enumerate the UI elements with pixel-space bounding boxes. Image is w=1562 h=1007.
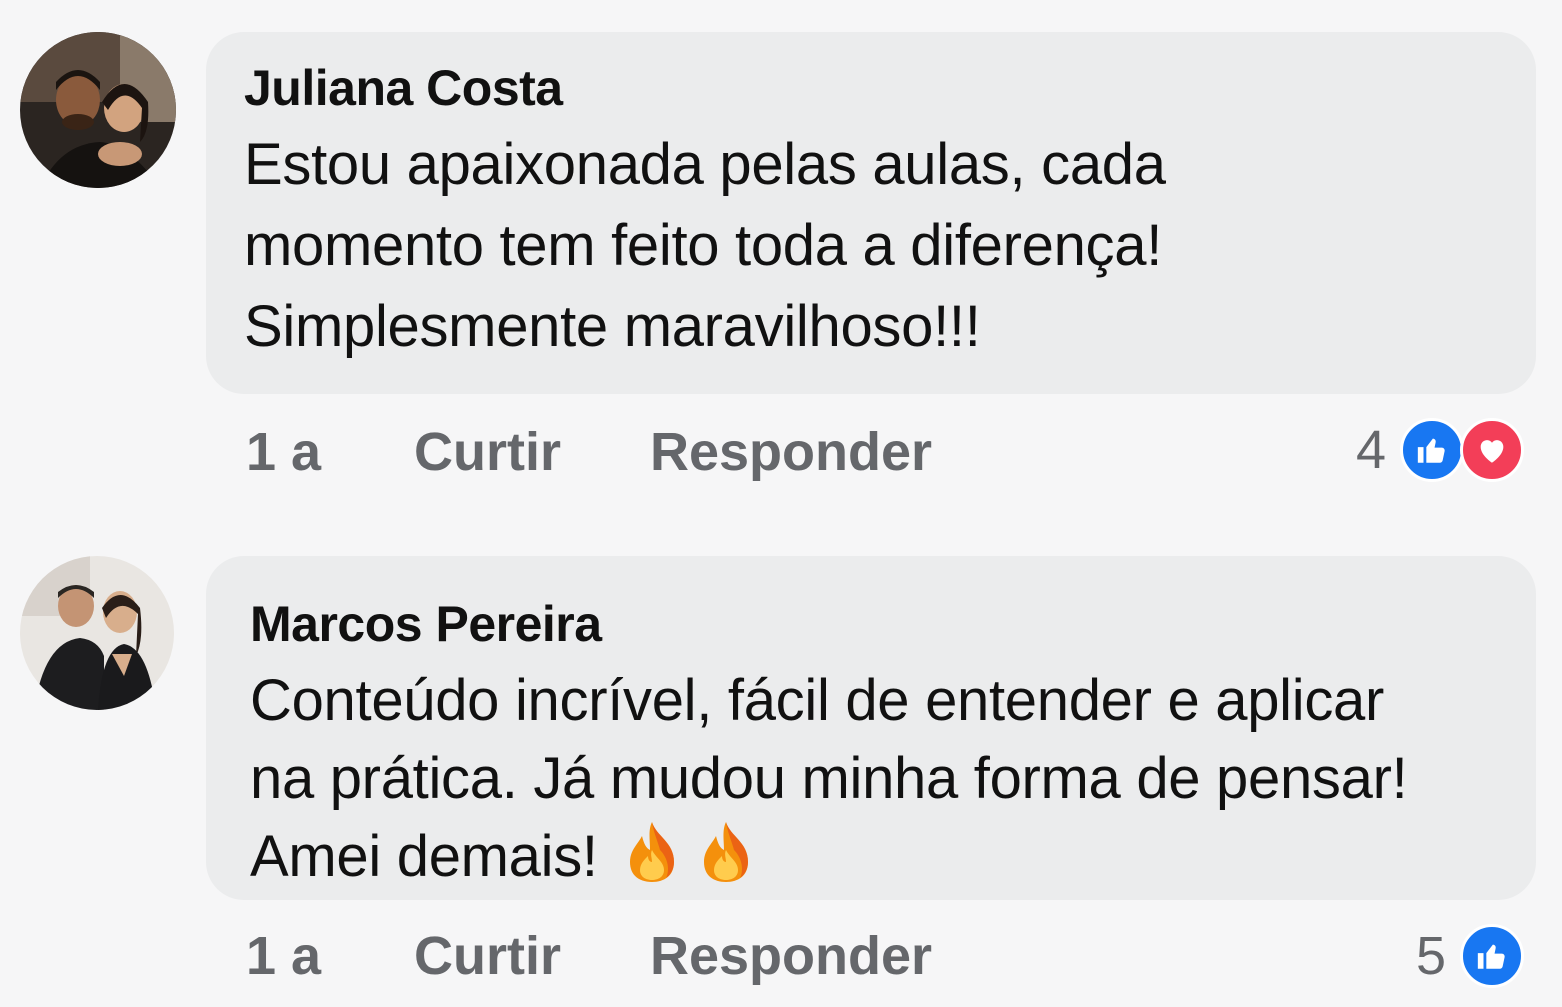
reaction-count: 5 <box>1415 926 1446 986</box>
comment-bubble: Juliana Costa Estou apaixonada pelas aul… <box>206 32 1536 394</box>
comment-time[interactable]: 1 a <box>246 421 414 483</box>
fire-icon <box>698 820 754 884</box>
comment-text: Estou apaixonada pelas aulas, cada momen… <box>244 132 1166 359</box>
reaction-count: 4 <box>1355 420 1386 480</box>
like-button[interactable]: Curtir <box>414 421 650 483</box>
comment-bubble: Marcos Pereira Conteúdo incrível, fácil … <box>206 556 1536 900</box>
comment-author[interactable]: Marcos Pereira <box>250 594 1496 654</box>
comment-text: Conteúdo incrível, fácil de entender e a… <box>250 662 1496 896</box>
reaction-summary[interactable]: 4 <box>1356 418 1524 482</box>
love-icon <box>1460 418 1524 482</box>
reply-button[interactable]: Responder <box>650 421 932 483</box>
avatar[interactable] <box>20 556 174 710</box>
like-button[interactable]: Curtir <box>414 925 650 987</box>
comment-text-body: Conteúdo incrível, fácil de entender e a… <box>250 668 1408 889</box>
comment-actions: 1 a Curtir Responder <box>246 420 932 484</box>
reply-button[interactable]: Responder <box>650 925 932 987</box>
comment-author[interactable]: Juliana Costa <box>244 58 1496 118</box>
comment-actions: 1 a Curtir Responder <box>246 924 932 988</box>
reaction-summary[interactable]: 5 <box>1416 924 1524 988</box>
avatar[interactable] <box>20 32 176 188</box>
comment-item: Juliana Costa Estou apaixonada pelas aul… <box>0 0 1562 520</box>
like-icon <box>1460 924 1524 988</box>
fire-icon <box>624 820 680 884</box>
comment-time[interactable]: 1 a <box>246 925 414 987</box>
like-icon <box>1400 418 1464 482</box>
comment-item: Marcos Pereira Conteúdo incrível, fácil … <box>0 540 1562 1007</box>
